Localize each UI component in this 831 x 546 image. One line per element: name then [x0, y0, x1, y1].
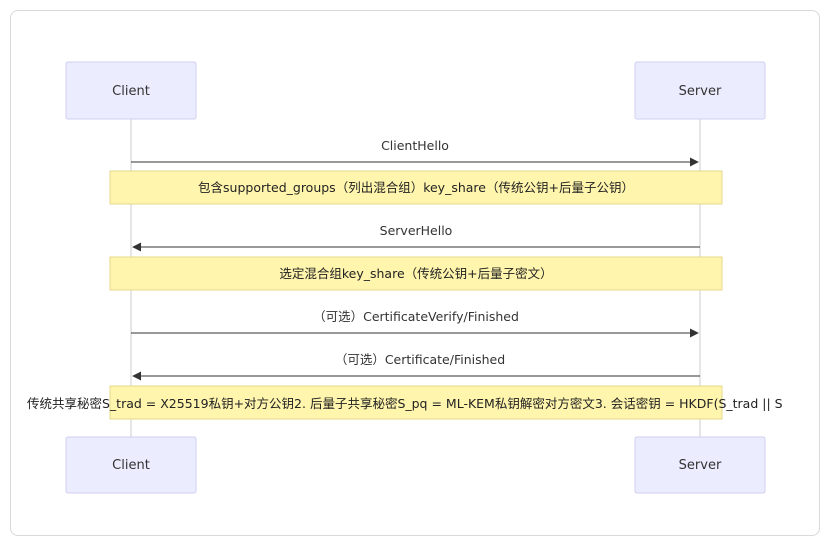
server-actor-top: Server: [634, 61, 766, 120]
note-client-hello: 包含supported_groups（列出混合组）key_share（传统公钥+…: [109, 170, 723, 205]
client-actor-label: Client: [112, 458, 150, 473]
note-label: 传统共享秘密S_trad = X25519私钥+对方公钥2. 后量子共享秘密S_…: [27, 396, 783, 411]
message-label: （可选）CertificateVerify/Finished: [313, 309, 519, 324]
server-actor-label: Server: [679, 458, 722, 473]
server-actor-bottom: Server: [634, 436, 766, 494]
client-actor-bottom: Client: [65, 436, 197, 494]
client-actor-top: Client: [65, 61, 197, 120]
note-key-derivation: 传统共享秘密S_trad = X25519私钥+对方公钥2. 后量子共享秘密S_…: [27, 385, 783, 420]
server-actor-label: Server: [679, 84, 722, 99]
message-certificate-verify: （可选）CertificateVerify/Finished: [131, 309, 699, 338]
message-certificate-finished: （可选）Certificate/Finished: [132, 352, 700, 381]
message-label: ClientHello: [381, 138, 449, 153]
message-label: （可选）Certificate/Finished: [335, 352, 505, 367]
client-actor-label: Client: [112, 84, 150, 99]
message-client-hello: ClientHello: [131, 138, 699, 167]
note-label: 选定混合组key_share（传统公钥+后量子密文）: [279, 266, 552, 281]
sequence-diagram: Client Server ClientHello 包含supported_gr…: [27, 61, 783, 494]
note-label: 包含supported_groups（列出混合组）key_share（传统公钥+…: [198, 180, 634, 195]
message-label: ServerHello: [380, 223, 453, 238]
note-server-hello: 选定混合组key_share（传统公钥+后量子密文）: [109, 256, 723, 291]
message-server-hello: ServerHello: [132, 223, 700, 252]
